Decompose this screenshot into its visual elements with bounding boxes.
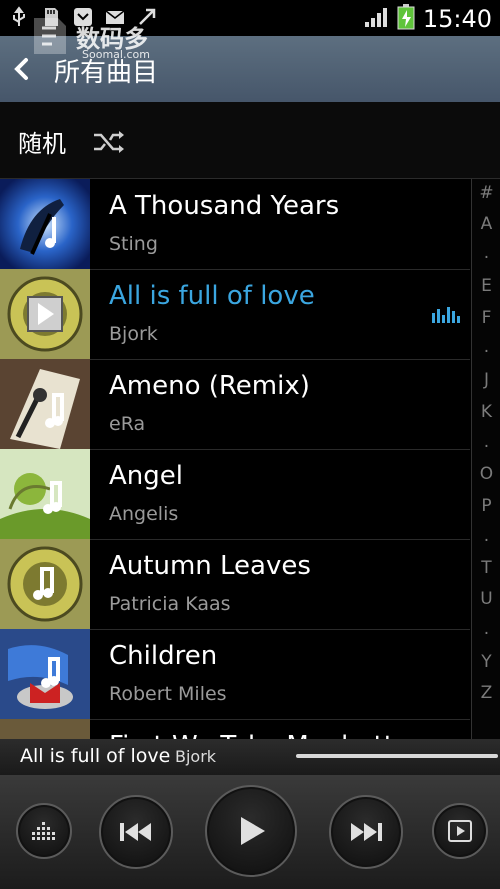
now-playing-title: All is full of love — [20, 745, 171, 767]
index-letter[interactable]: T — [472, 558, 500, 578]
signal-icon — [363, 6, 389, 32]
song-artist: Robert Miles — [109, 683, 227, 705]
song-row[interactable]: Autumn Leaves Patricia Kaas — [0, 539, 470, 630]
album-art — [0, 539, 90, 629]
now-playing-bar[interactable]: All is full of love Bjork — [0, 739, 500, 775]
index-letter[interactable]: . — [472, 526, 500, 546]
back-icon[interactable] — [10, 54, 32, 84]
index-letter[interactable]: O — [472, 464, 500, 484]
index-letter[interactable]: Y — [472, 652, 500, 672]
equalizer-icon — [32, 822, 55, 840]
index-letter[interactable]: . — [472, 432, 500, 452]
playback-controls — [0, 775, 500, 889]
previous-button[interactable] — [99, 795, 173, 869]
clock: 15:40 — [422, 5, 492, 33]
album-art — [0, 179, 90, 269]
song-row-playing[interactable]: All is full of love Bjork — [0, 269, 470, 360]
watermark: 数码多 Soomal.com — [30, 14, 150, 61]
album-art — [0, 719, 90, 739]
playlist-button[interactable] — [432, 803, 488, 859]
index-letter[interactable]: A — [472, 214, 500, 234]
song-artist: Sting — [109, 233, 158, 255]
shuffle-label: 随机 — [18, 130, 66, 158]
song-title: Angel — [109, 461, 183, 491]
album-art — [0, 269, 90, 359]
song-row[interactable]: First We Take Manhattan — [0, 719, 470, 739]
song-row[interactable]: Children Robert Miles — [0, 629, 470, 720]
song-title: A Thousand Years — [109, 191, 340, 221]
song-artist: Angelis — [109, 503, 179, 525]
album-art — [0, 629, 90, 719]
next-button[interactable] — [329, 795, 403, 869]
playlist-icon — [448, 820, 472, 842]
song-row[interactable]: A Thousand Years Sting — [0, 179, 470, 270]
index-letter[interactable]: J — [472, 370, 500, 390]
shuffle-icon — [92, 130, 126, 158]
song-list[interactable]: A Thousand Years Sting All is full of lo… — [0, 179, 470, 739]
index-letter[interactable]: Z — [472, 683, 500, 703]
index-letter[interactable]: E — [472, 276, 500, 296]
song-title: Ameno (Remix) — [109, 371, 310, 401]
song-artist: Patricia Kaas — [109, 593, 231, 615]
now-playing-artist: Bjork — [175, 747, 217, 766]
index-letter[interactable]: U — [472, 589, 500, 609]
song-row[interactable]: Angel Angelis — [0, 449, 470, 540]
index-letter[interactable]: . — [472, 619, 500, 639]
progress-bar[interactable] — [296, 754, 498, 758]
battery-charging-icon — [397, 4, 415, 34]
index-letter[interactable]: # — [472, 183, 500, 203]
alphabet-index[interactable]: # A . E F . J K . O P . T U . Y Z — [471, 179, 500, 739]
index-letter[interactable]: F — [472, 308, 500, 328]
song-artist: eRa — [109, 413, 146, 435]
song-title: Children — [109, 641, 218, 671]
next-icon — [351, 823, 382, 841]
watermark-url: Soomal.com — [82, 48, 150, 61]
watermark-logo-icon — [34, 18, 66, 54]
song-title: First We Take Manhattan — [109, 731, 426, 739]
song-row[interactable]: Ameno (Remix) eRa — [0, 359, 470, 450]
album-art — [0, 449, 90, 539]
album-art — [0, 359, 90, 449]
song-artist: Bjork — [109, 323, 158, 345]
now-playing-icon — [432, 305, 462, 327]
song-title: Autumn Leaves — [109, 551, 311, 581]
index-letter[interactable]: . — [472, 243, 500, 263]
index-letter[interactable]: . — [472, 337, 500, 357]
shuffle-row[interactable]: 随机 — [0, 102, 500, 179]
previous-icon — [120, 823, 151, 841]
usb-icon — [8, 6, 30, 28]
equalizer-button[interactable] — [16, 803, 72, 859]
play-button[interactable] — [205, 785, 297, 877]
index-letter[interactable]: P — [472, 496, 500, 516]
index-letter[interactable]: K — [472, 402, 500, 422]
song-title: All is full of love — [109, 281, 315, 311]
play-icon — [241, 817, 265, 845]
